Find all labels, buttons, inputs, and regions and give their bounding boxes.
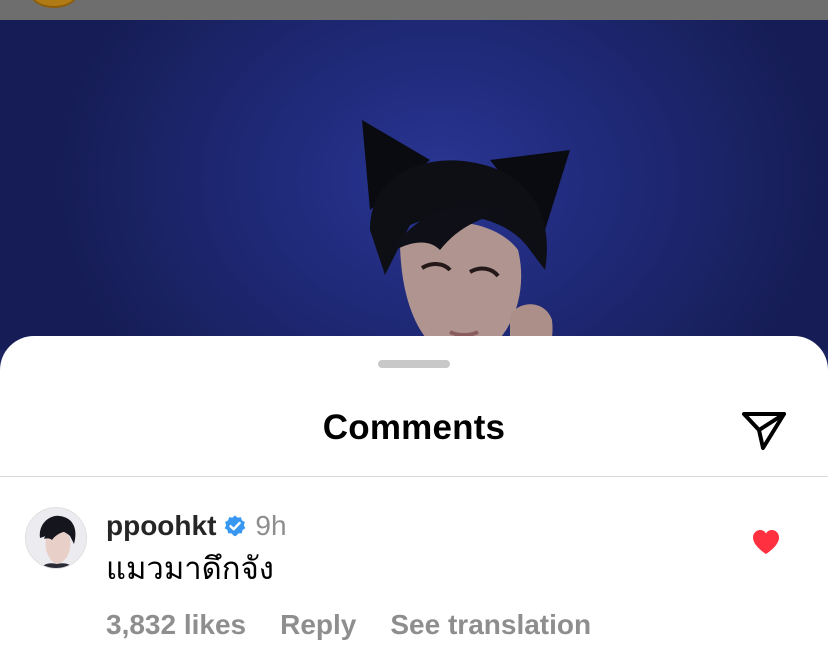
sheet-grabber-handle[interactable] [378, 360, 450, 368]
post-photo[interactable] [0, 20, 828, 375]
see-translation-button[interactable]: See translation [390, 609, 591, 641]
avatar-image [26, 508, 86, 568]
comment-row: ppoohkt 9h แมวมาดึกจัง 3,832 likes Reply… [0, 477, 828, 670]
sheet-title: Comments [322, 408, 506, 447]
send-paper-plane-icon [742, 412, 786, 450]
comment-actions: 3,832 likes Reply See translation [106, 605, 591, 645]
like-button[interactable] [752, 529, 784, 559]
comment-timestamp: 9h [255, 510, 287, 541]
comment-text: แมวมาดึกจัง [106, 551, 274, 586]
comment-meta: ppoohkt 9h [106, 507, 287, 545]
story-avatar[interactable] [30, 0, 78, 8]
username-link[interactable]: ppoohkt [106, 510, 216, 542]
avatar[interactable] [25, 507, 87, 569]
comments-sheet: Comments ppoohkt 9h แมวมาดึกจัง 3,832 li… [0, 336, 828, 670]
likes-count[interactable]: 3,832 likes [106, 609, 246, 641]
screen: Comments ppoohkt 9h แมวมาดึกจัง 3,832 li… [0, 0, 828, 670]
share-button[interactable] [738, 408, 790, 454]
heart-filled-icon [753, 530, 779, 554]
top-header-strip [0, 0, 828, 20]
reply-button[interactable]: Reply [280, 609, 356, 641]
verified-badge-icon [225, 515, 246, 537]
